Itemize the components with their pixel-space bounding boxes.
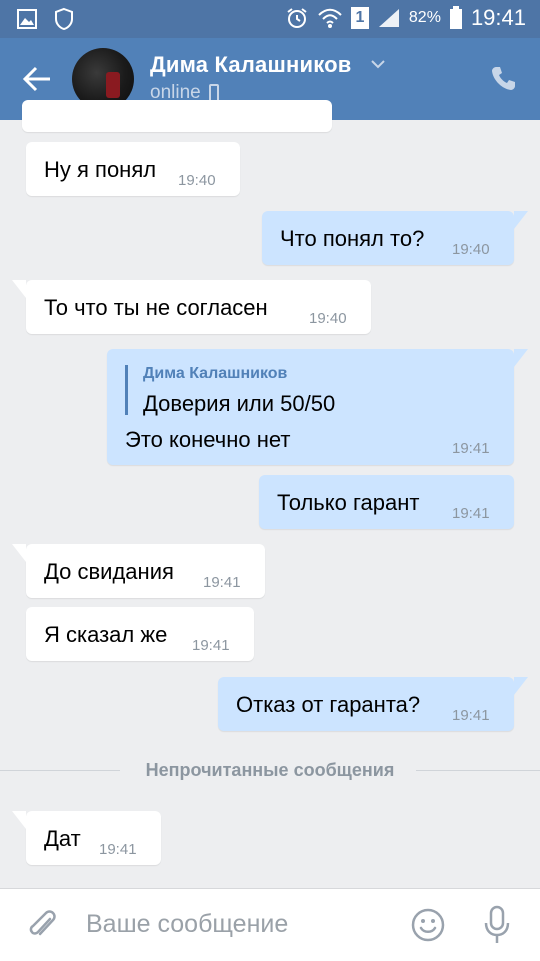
message-time: 19:41 <box>192 637 230 654</box>
message-time: 19:41 <box>452 440 490 457</box>
message-text: Ну я понял <box>44 157 157 182</box>
shield-icon <box>55 7 73 31</box>
quote-text: Доверия или 50/50 <box>143 391 336 416</box>
message-bubble-with-quote[interactable]: Дима Калашников Доверия или 50/50 Это ко… <box>107 349 528 465</box>
message-text: Что понял то? <box>280 226 425 251</box>
message-time: 19:40 <box>452 241 490 258</box>
message-text: Дат <box>44 826 81 851</box>
message-time: 19:40 <box>178 172 216 189</box>
clock: 19:41 <box>470 5 526 30</box>
message-bubble[interactable]: Я сказал же 19:41 <box>26 607 254 661</box>
message-text: То что ты не согласен <box>44 295 268 320</box>
contact-name[interactable]: Дима Калашников <box>150 52 352 78</box>
message-time: 19:41 <box>452 505 490 522</box>
message-text: До свидания <box>44 559 174 584</box>
message-text: Я сказал же <box>44 622 168 647</box>
message-composer: Ваше сообщение <box>0 888 540 961</box>
message-bubble[interactable]: Только гарант 19:41 <box>259 475 514 529</box>
quote-author: Дима Калашников <box>143 365 288 382</box>
alarm-icon <box>287 8 307 28</box>
phone-icon[interactable] <box>490 64 518 92</box>
message-text: Только гарант <box>277 490 420 515</box>
status-bar: 1 82% 19:41 <box>0 0 540 38</box>
message-bubble[interactable]: То что ты не согласен 19:40 <box>12 280 371 334</box>
paperclip-icon[interactable] <box>26 909 58 943</box>
wifi-icon <box>318 8 342 28</box>
microphone-icon[interactable] <box>482 905 512 945</box>
emoji-icon[interactable] <box>410 907 446 943</box>
gallery-icon <box>17 9 37 29</box>
message-time: 19:40 <box>309 310 347 327</box>
message-bubble[interactable]: Дат 19:41 <box>12 811 161 865</box>
message-time: 19:41 <box>99 841 137 858</box>
signal-icon <box>378 9 399 27</box>
message-bubble-partial <box>22 100 332 132</box>
chevron-down-icon[interactable] <box>370 58 386 70</box>
message-bubble[interactable]: Что понял то? 19:40 <box>262 211 528 265</box>
quote-bar <box>125 365 128 415</box>
message-text: Это конечно нет <box>125 427 291 452</box>
back-arrow-icon[interactable] <box>22 64 54 94</box>
unread-divider-label: Непрочитанные сообщения <box>145 760 395 780</box>
message-bubble[interactable]: Отказ от гаранта? 19:41 <box>218 677 528 731</box>
message-bubble[interactable]: До свидания 19:41 <box>12 544 265 598</box>
sim-badge: 1 <box>350 7 369 29</box>
message-time: 19:41 <box>452 707 490 724</box>
message-text: Отказ от гаранта? <box>236 692 421 717</box>
message-time: 19:41 <box>203 574 241 591</box>
battery-icon <box>449 6 462 29</box>
battery-percent: 82% <box>408 9 441 26</box>
message-bubble[interactable]: Ну я понял 19:40 <box>26 142 240 196</box>
unread-divider: Непрочитанные сообщения <box>0 758 540 782</box>
message-input[interactable]: Ваше сообщение <box>86 910 288 939</box>
